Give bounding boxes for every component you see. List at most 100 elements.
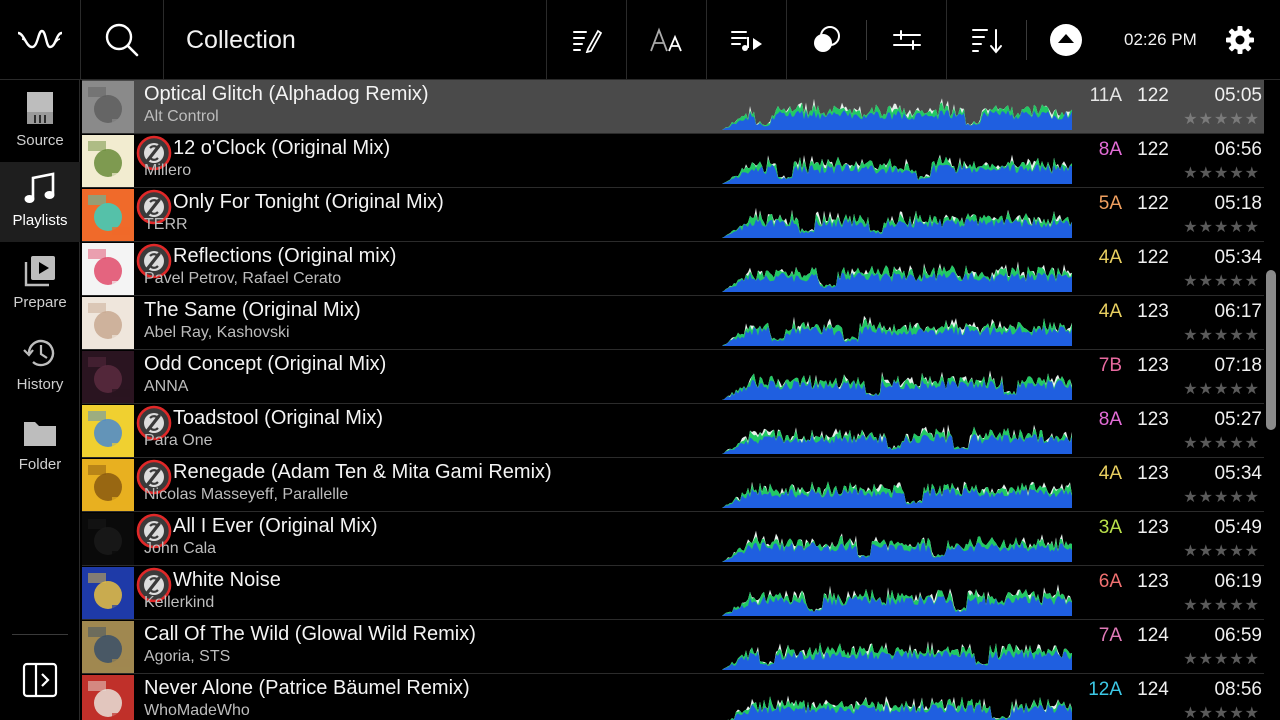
filter-settings-button[interactable] [867, 0, 946, 79]
track-duration: 07:18 [1214, 355, 1262, 376]
track-artist: WhoMadeWho [144, 702, 250, 719]
track-duration: 05:18 [1214, 193, 1262, 214]
track-artist: Kellerkind [144, 594, 215, 611]
track-key: 4A [1098, 463, 1122, 484]
track-artist: Abel Ray, Kashovski [144, 324, 290, 341]
playlist-play-icon [730, 30, 762, 51]
sidebar: Source Playlists Prepare History Folder [0, 80, 80, 720]
clock-display: 02:26 PM [1124, 30, 1197, 49]
color-filter-button[interactable] [787, 0, 866, 79]
album-art [82, 297, 134, 349]
search-button[interactable] [81, 0, 163, 79]
track-duration: 05:34 [1214, 247, 1262, 268]
track-row[interactable]: Toadstool (Original Mix) Para One 8A 123 05:… [82, 404, 1264, 458]
track-artist: TERR [144, 216, 188, 233]
track-rating-stars: ★★★★★ [1183, 705, 1260, 720]
album-art [82, 405, 134, 457]
track-key: 8A [1098, 409, 1122, 430]
track-bpm: 123 [1137, 517, 1169, 538]
eject-button[interactable] [1027, 0, 1105, 79]
track-bpm: 122 [1137, 247, 1169, 268]
track-title: Call Of The Wild (Glowal Wild Remix) [144, 623, 476, 645]
track-key: 4A [1098, 301, 1122, 322]
track-row[interactable]: Odd Concept (Original Mix) ANNA 7B 123 07:18… [82, 350, 1264, 404]
track-key: 8A [1098, 139, 1122, 160]
track-waveform [722, 424, 1072, 454]
track-title: Never Alone (Patrice Bäumel Remix) [144, 677, 470, 699]
track-bpm: 123 [1137, 301, 1169, 322]
track-waveform [722, 530, 1072, 562]
track-waveform [722, 370, 1072, 400]
track-row[interactable]: White Noise Kellerkind 6A 123 06:19 ★★★★★ [82, 566, 1264, 620]
brand-logo-icon [17, 29, 63, 48]
track-key: 7B [1098, 355, 1122, 376]
track-row[interactable]: All I Ever (Original Mix) John Cala 3A 123 0… [82, 512, 1264, 566]
font-size-button[interactable] [627, 0, 706, 79]
track-row[interactable]: Renegade (Adam Ten & Mita Gami Remix) Nic… [82, 458, 1264, 512]
sidebar-item-source[interactable]: Source [0, 80, 80, 160]
track-bpm: 123 [1137, 463, 1169, 484]
track-rating-stars: ★★★★★ [1183, 381, 1260, 398]
sd-card-icon [27, 92, 53, 124]
track-artist: John Cala [144, 540, 217, 557]
track-row[interactable]: Optical Glitch (Alphadog Remix) Alt Contr… [82, 80, 1264, 134]
track-key: 3A [1098, 517, 1122, 538]
scrollbar[interactable] [1266, 270, 1276, 430]
edit-list-button[interactable] [547, 0, 626, 79]
album-art [82, 675, 134, 720]
track-waveform [722, 207, 1072, 238]
edit-list-icon [572, 29, 602, 53]
track-rating-stars: ★★★★★ [1183, 597, 1260, 614]
track-artist: Para One [144, 432, 213, 449]
track-key: 12A [1088, 679, 1122, 700]
track-key: 11A [1089, 85, 1122, 106]
track-waveform [722, 315, 1072, 346]
top-bar: Collection 02:26 PM [0, 0, 1280, 80]
track-title: Renegade (Adam Ten & Mita Gami Remix) [173, 461, 552, 483]
gear-icon [1226, 25, 1254, 54]
album-art [82, 567, 134, 619]
track-bpm: 123 [1137, 409, 1169, 430]
sidebar-divider [12, 634, 68, 635]
track-title: Odd Concept (Original Mix) [144, 353, 387, 375]
font-size-icon [649, 26, 682, 51]
track-title: Optical Glitch (Alphadog Remix) [144, 83, 429, 105]
track-key: 6A [1098, 571, 1122, 592]
track-duration: 05:49 [1214, 517, 1262, 538]
track-artist: ANNA [144, 378, 189, 395]
track-rating-stars: ★★★★★ [1183, 165, 1260, 182]
sidebar-toggle-button[interactable] [20, 660, 60, 700]
track-title: White Noise [173, 569, 281, 591]
track-row[interactable]: Never Alone (Patrice Bäumel Remix) WhoMad… [82, 674, 1264, 720]
track-waveform [722, 481, 1072, 508]
sidebar-item-playlists[interactable]: Playlists [0, 162, 80, 242]
sidebar-item-label: Source [16, 132, 64, 149]
page-title: Collection [186, 26, 296, 54]
track-row[interactable]: Only For Tonight (Original Mix) TERR 5A 122… [82, 188, 1264, 242]
track-title: Toadstool (Original Mix) [173, 407, 384, 429]
eject-icon [1050, 23, 1082, 56]
track-row[interactable]: Call Of The Wild (Glowal Wild Remix) Agor… [82, 620, 1264, 674]
settings-button[interactable] [1210, 0, 1270, 79]
track-duration: 08:56 [1214, 679, 1262, 700]
track-title: 12 o'Clock (Original Mix) [173, 137, 391, 159]
track-bpm: 122 [1137, 193, 1169, 214]
play-queue-button[interactable] [707, 0, 786, 79]
track-key: 7A [1098, 625, 1122, 646]
track-rating-stars: ★★★★★ [1183, 219, 1260, 236]
sidebar-item-prepare[interactable]: Prepare [0, 244, 80, 324]
track-waveform [722, 584, 1072, 616]
track-row[interactable]: Reflections (Original mix) Pavel Petrov, … [82, 242, 1264, 296]
album-art [82, 135, 134, 187]
track-rating-stars: ★★★★★ [1183, 543, 1260, 560]
brand-logo[interactable] [0, 0, 80, 79]
sort-icon [971, 28, 1002, 54]
sidebar-item-folder[interactable]: Folder [0, 408, 80, 488]
sort-button[interactable] [947, 0, 1026, 79]
track-artist: Agoria, STS [144, 648, 231, 665]
track-waveform [722, 98, 1072, 130]
track-row[interactable]: 12 o'Clock (Original Mix) Millero 8A 122 06:… [82, 134, 1264, 188]
sidebar-item-history[interactable]: History [0, 326, 80, 406]
track-duration: 06:19 [1214, 571, 1262, 592]
track-row[interactable]: The Same (Original Mix) Abel Ray, Kashovs… [82, 296, 1264, 350]
